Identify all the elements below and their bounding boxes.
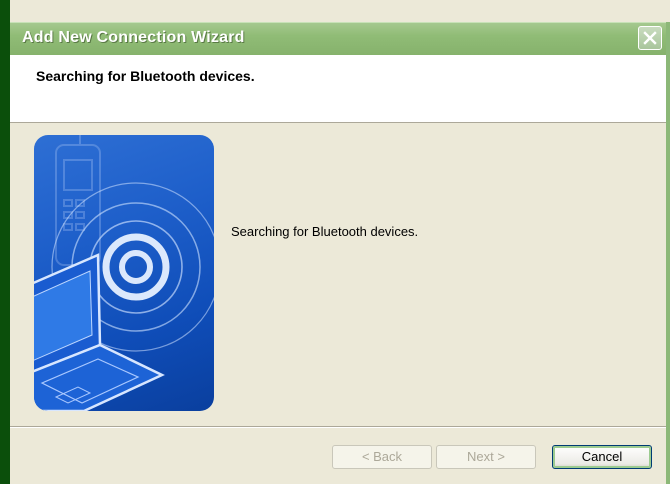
header-title: Searching for Bluetooth devices.	[36, 68, 255, 84]
next-button[interactable]: Next >	[436, 445, 536, 469]
desktop-edge	[0, 0, 10, 484]
button-separator	[10, 426, 666, 428]
cancel-button[interactable]: Cancel	[552, 445, 652, 469]
status-message: Searching for Bluetooth devices.	[231, 224, 419, 239]
wizard-body: Searching for Bluetooth devices.	[10, 123, 666, 425]
bluetooth-laptop-illustration	[34, 135, 214, 411]
window-title: Add New Connection Wizard	[22, 29, 245, 46]
back-button[interactable]: < Back	[332, 445, 432, 469]
close-icon	[643, 31, 657, 45]
wizard-window: Add New Connection Wizard Searching for …	[0, 0, 670, 484]
window-right-border	[666, 22, 670, 484]
wizard-header: Searching for Bluetooth devices.	[10, 55, 666, 123]
title-bar[interactable]: Add New Connection Wizard	[10, 22, 666, 55]
close-button[interactable]	[638, 26, 662, 50]
